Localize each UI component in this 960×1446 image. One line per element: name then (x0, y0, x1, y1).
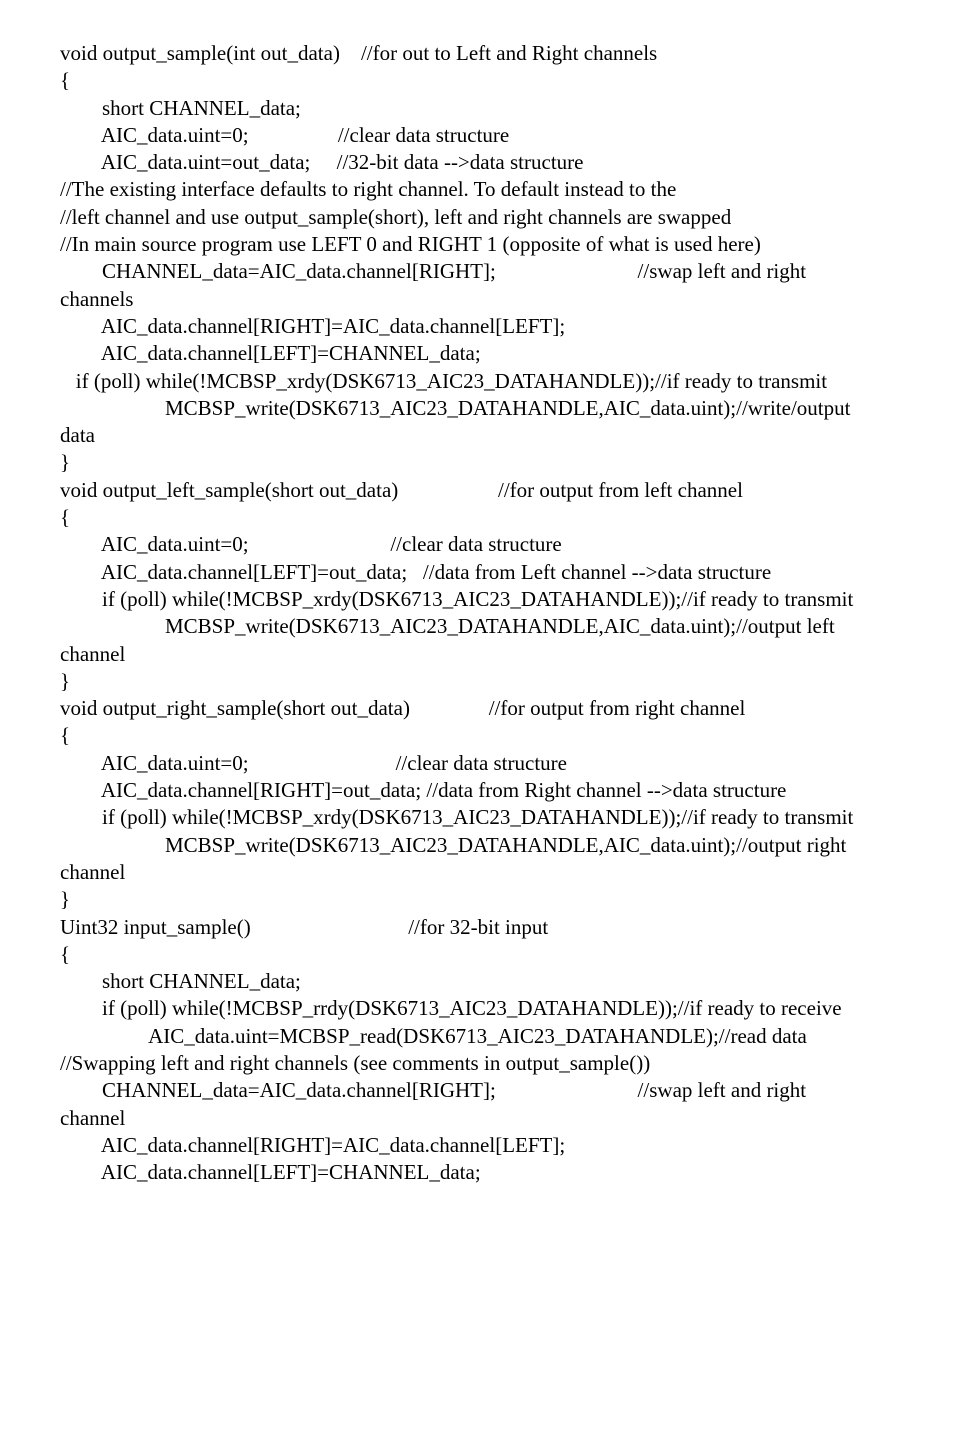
code-line: { (60, 67, 900, 94)
code-line: CHANNEL_data=AIC_data.channel[RIGHT]; //… (60, 258, 900, 285)
code-line: if (poll) while(!MCBSP_xrdy(DSK6713_AIC2… (60, 368, 900, 395)
code-line: MCBSP_write(DSK6713_AIC23_DATAHANDLE,AIC… (60, 832, 900, 859)
code-line: AIC_data.channel[RIGHT]=AIC_data.channel… (60, 313, 900, 340)
code-line: if (poll) while(!MCBSP_xrdy(DSK6713_AIC2… (60, 804, 900, 831)
code-line: { (60, 504, 900, 531)
code-line: channels (60, 286, 900, 313)
code-line: //The existing interface defaults to rig… (60, 176, 900, 203)
code-line: AIC_data.channel[LEFT]=out_data; //data … (60, 559, 900, 586)
code-line: AIC_data.channel[LEFT]=CHANNEL_data; (60, 1159, 900, 1186)
code-line: AIC_data.channel[RIGHT]=AIC_data.channel… (60, 1132, 900, 1159)
code-line: if (poll) while(!MCBSP_xrdy(DSK6713_AIC2… (60, 586, 900, 613)
code-line: short CHANNEL_data; (60, 968, 900, 995)
code-line: void output_right_sample(short out_data)… (60, 695, 900, 722)
code-line: AIC_data.channel[LEFT]=CHANNEL_data; (60, 340, 900, 367)
code-line: } (60, 668, 900, 695)
code-line: CHANNEL_data=AIC_data.channel[RIGHT]; //… (60, 1077, 900, 1104)
code-line: //left channel and use output_sample(sho… (60, 204, 900, 231)
code-line: } (60, 449, 900, 476)
code-line: void output_sample(int out_data) //for o… (60, 40, 900, 67)
code-line: AIC_data.uint=0; //clear data structure (60, 531, 900, 558)
code-line: AIC_data.channel[RIGHT]=out_data; //data… (60, 777, 900, 804)
code-line: AIC_data.uint=MCBSP_read(DSK6713_AIC23_D… (60, 1023, 900, 1050)
code-content: void output_sample(int out_data) //for o… (60, 40, 900, 1186)
code-line: { (60, 941, 900, 968)
code-line: channel (60, 641, 900, 668)
code-line: } (60, 886, 900, 913)
code-line: AIC_data.uint=0; //clear data structure (60, 750, 900, 777)
code-line: MCBSP_write(DSK6713_AIC23_DATAHANDLE,AIC… (60, 395, 900, 422)
code-line: data (60, 422, 900, 449)
code-line: AIC_data.uint=0; //clear data structure (60, 122, 900, 149)
code-line: short CHANNEL_data; (60, 95, 900, 122)
code-line: channel (60, 859, 900, 886)
code-line: if (poll) while(!MCBSP_rrdy(DSK6713_AIC2… (60, 995, 900, 1022)
code-line: channel (60, 1105, 900, 1132)
code-line: Uint32 input_sample() //for 32-bit input (60, 914, 900, 941)
code-line: { (60, 722, 900, 749)
code-line: MCBSP_write(DSK6713_AIC23_DATAHANDLE,AIC… (60, 613, 900, 640)
code-line: void output_left_sample(short out_data) … (60, 477, 900, 504)
code-line: AIC_data.uint=out_data; //32-bit data --… (60, 149, 900, 176)
code-line: //In main source program use LEFT 0 and … (60, 231, 900, 258)
code-line: //Swapping left and right channels (see … (60, 1050, 900, 1077)
